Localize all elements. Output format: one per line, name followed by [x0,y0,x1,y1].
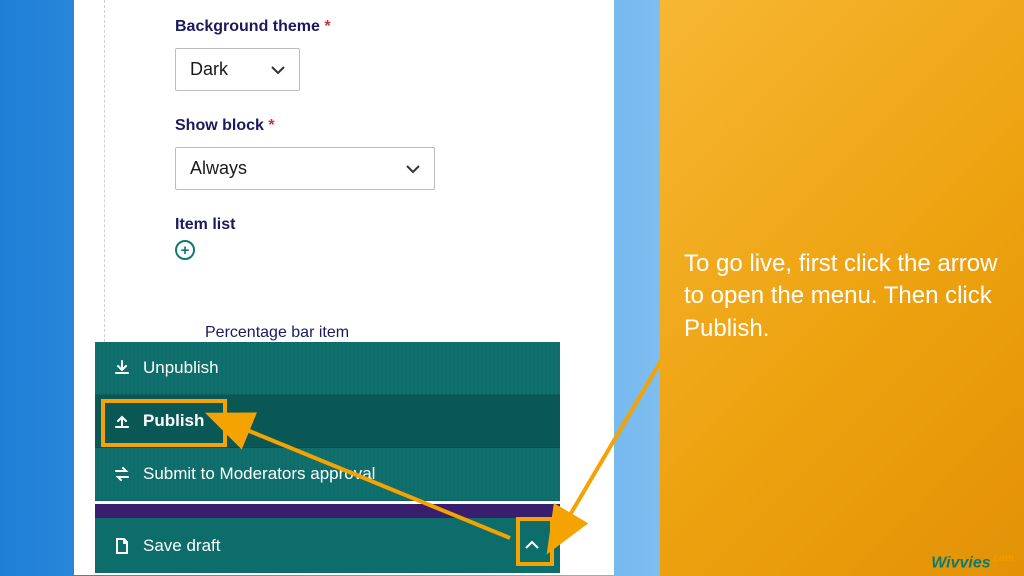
add-item-button[interactable]: + [175,240,195,260]
swap-icon [113,465,131,483]
menu-label: Submit to Moderators approval [143,464,375,484]
background-theme-label: Background theme * [175,18,554,36]
show-block-value: Always [190,158,247,179]
menu-caret-button[interactable] [514,526,550,564]
menu-item-submit[interactable]: Submit to Moderators approval [95,448,560,501]
save-draft-row[interactable]: Save draft [95,518,560,573]
item-row-peek: Percentage bar item [205,324,349,342]
menu-label: Publish [143,411,204,431]
item-list-label: Item list [175,216,554,234]
background-theme-select[interactable]: Dark [175,48,300,91]
menu-item-unpublish[interactable]: Unpublish [95,342,560,395]
show-block-select[interactable]: Always [175,147,435,190]
document-icon [113,537,131,555]
instruction-panel: To go live, first click the arrow to ope… [660,0,1024,576]
publish-menu: Unpublish Publish Submit to Moderators a… [95,342,560,501]
background-theme-value: Dark [190,59,228,80]
chevron-down-icon [406,161,420,177]
menu-item-publish[interactable]: Publish [95,395,560,448]
brand-logo: Wivvies.com [931,553,1014,572]
download-icon [113,359,131,377]
instruction-text: To go live, first click the arrow to ope… [684,248,1004,345]
show-block-label: Show block * [175,117,554,135]
upload-icon [113,412,131,430]
chevron-down-icon [271,62,285,78]
save-label: Save draft [143,536,221,556]
menu-label: Unpublish [143,358,219,378]
